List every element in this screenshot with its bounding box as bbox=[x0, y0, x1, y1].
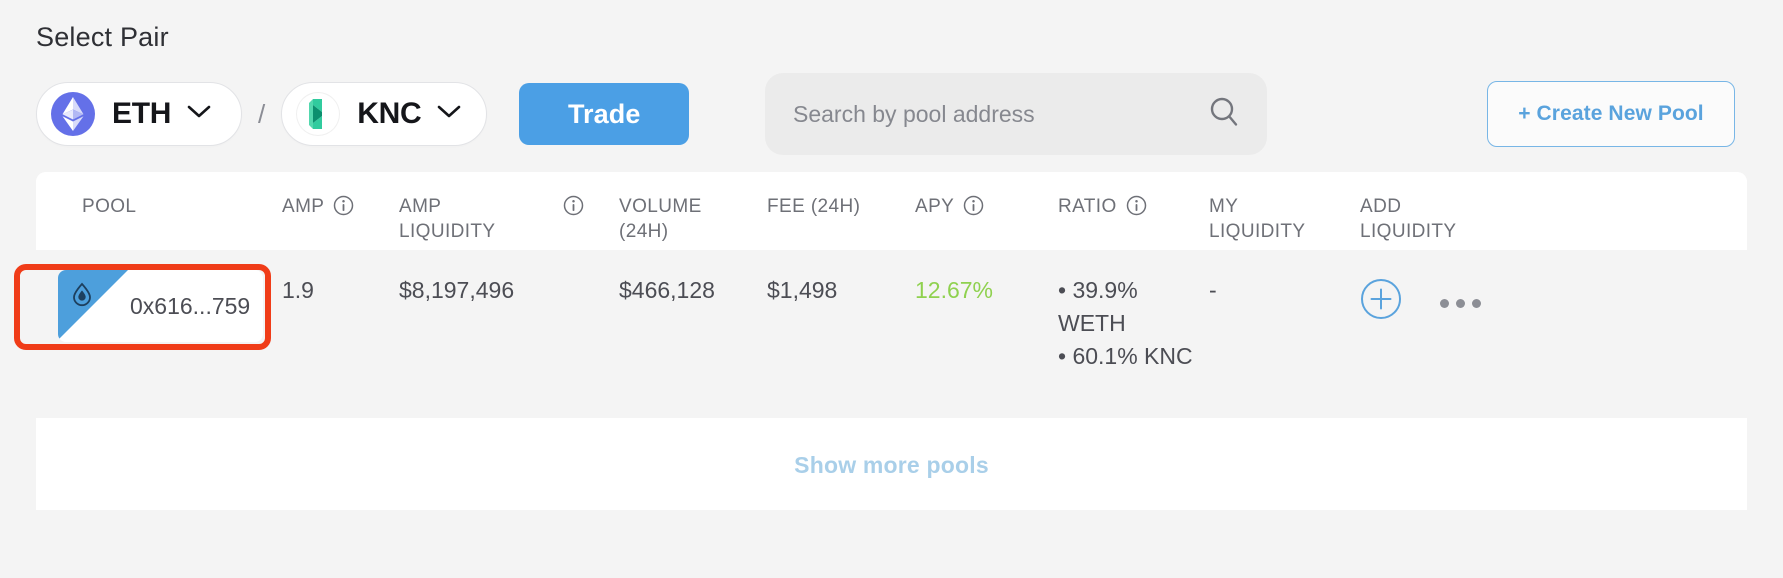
table-header-fee: FEE (24H) bbox=[767, 196, 861, 217]
table-header-volume: VOLUME (24H) bbox=[619, 196, 702, 242]
cell-apy: 12.67% bbox=[915, 277, 994, 303]
page-title: Select Pair bbox=[36, 22, 169, 52]
search-pool-container[interactable] bbox=[765, 73, 1267, 155]
pair-selector-row: ETH / KNC Trade bbox=[36, 80, 690, 148]
pool-selection-page: Select Pair ETH / KNC Trade Search by po… bbox=[0, 0, 1783, 578]
more-horizontal-icon[interactable] bbox=[1440, 299, 1481, 308]
table-body: 0x616...759 1.9 $8,197,496 $466,128 $1,4… bbox=[36, 250, 1747, 418]
trade-button[interactable]: Trade bbox=[519, 83, 690, 145]
cell-ratio: • 39.9% WETH • 60.1% KNC bbox=[1058, 274, 1209, 373]
table-header-my-liquidity: MY LIQUIDITY bbox=[1209, 196, 1306, 242]
dot bbox=[1456, 299, 1465, 308]
cell-my-liquidity: - bbox=[1209, 277, 1217, 303]
token-select-from[interactable]: ETH bbox=[36, 82, 242, 146]
table-row: 0x616...759 1.9 $8,197,496 $466,128 $1,4… bbox=[36, 250, 1747, 418]
plus-circle-icon[interactable] bbox=[1360, 278, 1402, 329]
eth-logo-icon bbox=[51, 92, 95, 136]
dot bbox=[1472, 299, 1481, 308]
cell-fee-24h: $1,498 bbox=[767, 277, 838, 303]
table-header-add-liquidity: ADD LIQUIDITY bbox=[1360, 196, 1457, 242]
info-icon[interactable] bbox=[333, 195, 354, 223]
table-header-amp-liquidity: AMP LIQUIDITY bbox=[399, 194, 619, 244]
info-icon[interactable] bbox=[963, 195, 984, 223]
droplet-icon bbox=[67, 279, 97, 318]
table-header-pool: POOL bbox=[82, 196, 137, 217]
info-icon[interactable] bbox=[1126, 195, 1147, 223]
cell-add-liquidity bbox=[1360, 274, 1540, 329]
ratio-line-2: • 60.1% KNC bbox=[1058, 343, 1193, 369]
ratio-line-1: • 39.9% WETH bbox=[1058, 277, 1138, 336]
info-icon[interactable] bbox=[563, 195, 584, 223]
cell-amp-liquidity: $8,197,496 bbox=[399, 277, 515, 303]
show-more-pools-link[interactable]: Show more pools bbox=[0, 452, 1783, 479]
copy-icon[interactable] bbox=[261, 290, 263, 323]
pair-separator: / bbox=[258, 98, 266, 129]
table-header-amp: AMP bbox=[282, 194, 399, 223]
table-header-row: POOL AMP AMP LIQUIDITY VOLUME (24H) FEE … bbox=[36, 172, 1747, 250]
token-symbol-to: KNC bbox=[357, 97, 422, 130]
knc-logo-icon bbox=[296, 92, 341, 136]
token-symbol-from: ETH bbox=[112, 97, 172, 130]
pool-address-text: 0x616...759 bbox=[130, 292, 251, 319]
chevron-down-icon bbox=[187, 105, 211, 124]
chevron-down-icon bbox=[437, 105, 461, 124]
create-new-pool-button[interactable]: + Create New Pool bbox=[1487, 81, 1735, 147]
search-icon[interactable] bbox=[1207, 95, 1241, 134]
dot bbox=[1440, 299, 1449, 308]
cell-volume-24h: $466,128 bbox=[619, 277, 715, 303]
pool-cell-container: 0x616...759 bbox=[36, 270, 282, 342]
search-input[interactable] bbox=[793, 100, 1197, 128]
pool-address-chip[interactable]: 0x616...759 bbox=[58, 270, 263, 342]
cell-amp: 1.9 bbox=[282, 277, 314, 303]
token-select-to[interactable]: KNC bbox=[281, 82, 488, 146]
table-header-ratio: RATIO bbox=[1058, 194, 1209, 223]
table-header-apy: APY bbox=[915, 194, 1058, 223]
